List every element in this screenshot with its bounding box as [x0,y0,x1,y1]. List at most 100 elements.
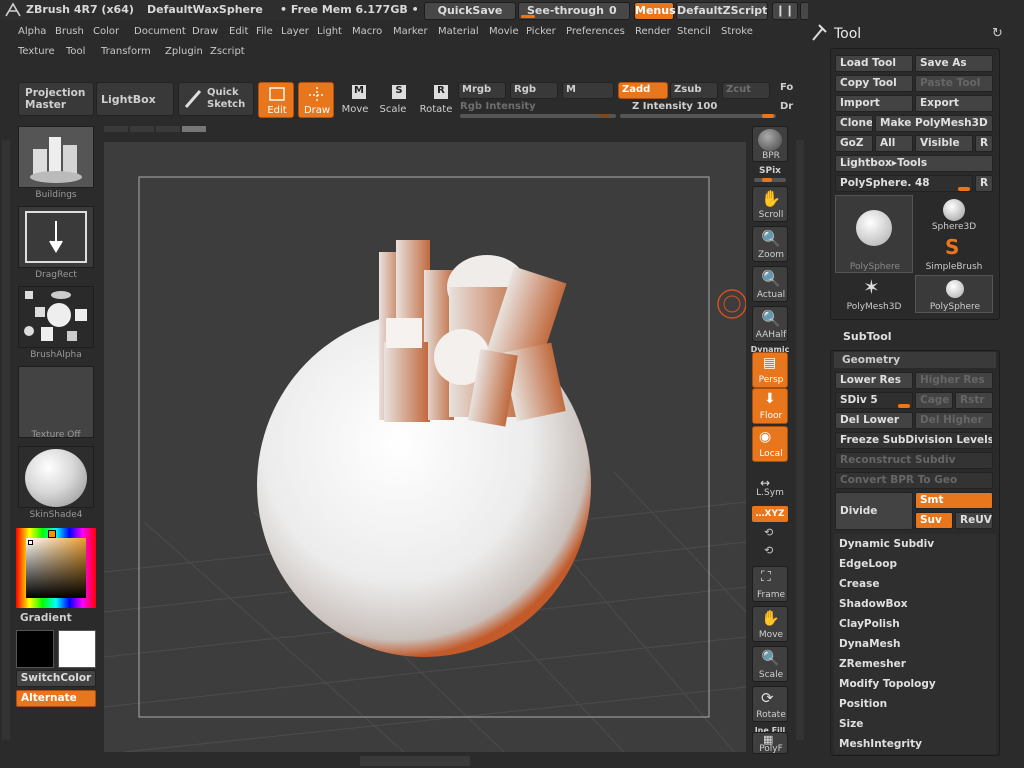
menu-texture[interactable]: Texture [18,46,55,57]
xyz-button[interactable]: …XYZ [752,506,788,522]
geometry-item-shadowbox[interactable]: ShadowBox [834,594,996,614]
color-cursor[interactable] [28,540,33,545]
lsym-button[interactable]: ↔ L.Sym [752,476,788,502]
persp-button[interactable]: ▤ Persp [752,352,788,388]
actual-button[interactable]: 🔍 Actual [752,266,788,302]
del-higher-button[interactable]: Del Higher [915,412,993,429]
divide-button[interactable]: Divide [835,492,913,530]
color-square[interactable] [26,538,86,598]
menu-preferences[interactable]: Preferences [566,26,625,37]
menu-movie[interactable]: Movie [489,26,519,37]
geometry-item-dynamesh[interactable]: DynaMesh [834,634,996,654]
rstr-button[interactable]: Rstr [955,392,993,409]
geometry-item-dynamic-subdiv[interactable]: Dynamic Subdiv [834,534,996,554]
geometry-item-position[interactable]: Position [834,694,996,714]
move-view-button[interactable]: ✋ Move [752,606,788,642]
suv-toggle[interactable]: Suv [915,512,953,529]
lower-res-button[interactable]: Lower Res [835,372,913,389]
right-tray-handle[interactable] [796,140,804,740]
geometry-header[interactable]: Geometry [834,352,996,368]
viewport-3d[interactable] [103,142,747,753]
default-zscript-button[interactable]: DefaultZScript [676,2,768,20]
rotate-button[interactable]: R Rotate [418,82,454,118]
goz-r-button[interactable]: R [975,135,993,152]
sdiv-slider[interactable]: SDiv 5 [835,392,913,409]
convert-bpr-button[interactable]: Convert BPR To Geo [835,472,993,489]
polysphere-r-button[interactable]: R [975,175,993,192]
left-tray-handle[interactable] [2,140,10,740]
orientation-gizmo-icon[interactable] [710,284,746,324]
color-picker[interactable] [16,528,96,608]
make-polymesh3d-button[interactable]: Make PolyMesh3D [875,115,993,132]
import-button[interactable]: Import [835,95,913,112]
aahalf-button[interactable]: 🔍 AAHalf [752,306,788,342]
secondary-color-swatch[interactable] [58,630,96,668]
main-color-swatch[interactable] [16,630,54,668]
geometry-item-meshintegrity[interactable]: MeshIntegrity [834,734,996,754]
canvas-tab[interactable] [182,126,206,132]
lightbox-tools-button[interactable]: Lightbox▸Tools [835,155,993,172]
copy-tool-button[interactable]: Copy Tool [835,75,913,92]
local-button[interactable]: ◉ Local [752,426,788,462]
alternate-button[interactable]: Alternate [16,690,96,707]
tool-title[interactable]: Tool [834,26,861,42]
menu-stencil[interactable]: Stencil [677,26,711,37]
switchcolor-button[interactable]: SwitchColor [16,670,96,687]
visible-button[interactable]: Visible [915,135,973,152]
see-through-slider[interactable]: See-through 0 [518,2,630,20]
all-button[interactable]: All [875,135,913,152]
y-rotate-icon[interactable]: ⟲ [764,526,773,539]
smt-toggle[interactable]: Smt [915,492,993,509]
save-as-button[interactable]: Save As [915,55,993,72]
zsub-button[interactable]: Zsub [670,82,718,99]
zoom-button[interactable]: 🔍 Zoom [752,226,788,262]
hue-cursor[interactable] [48,530,56,538]
canvas-tab[interactable] [130,126,154,132]
geometry-item-zremesher[interactable]: ZRemesher [834,654,996,674]
move-button[interactable]: M Move [338,82,372,118]
menu-zplugin[interactable]: Zplugin [165,46,203,57]
menu-macro[interactable]: Macro [352,26,382,37]
menu-render[interactable]: Render [635,26,671,37]
menu-light[interactable]: Light [317,26,342,37]
rotate-view-button[interactable]: ⟳ Rotate [752,686,788,722]
higher-res-button[interactable]: Higher Res [915,372,993,389]
tool-thumb-polysphere-2[interactable]: PolySphere [915,275,993,313]
geometry-item-crease[interactable]: Crease [834,574,996,594]
menu-zscript[interactable]: Zscript [210,46,245,57]
m-button[interactable]: M [562,82,614,99]
canvas-tab[interactable] [104,126,128,132]
menu-picker[interactable]: Picker [526,26,556,37]
del-lower-button[interactable]: Del Lower [835,412,913,429]
cage-button[interactable]: Cage [915,392,953,409]
mrgb-button[interactable]: Mrgb [458,82,506,99]
gradient-label[interactable]: Gradient [20,612,72,624]
menu-brush[interactable]: Brush [55,26,84,37]
material-thumb[interactable] [18,446,94,508]
zcut-button[interactable]: Zcut [722,82,770,99]
reconstruct-subdiv-button[interactable]: Reconstruct Subdiv [835,452,993,469]
clone-button[interactable]: Clone [835,115,873,132]
geometry-item-claypolish[interactable]: ClayPolish [834,614,996,634]
reuv-button[interactable]: ReUV [955,512,993,529]
geometry-item-size[interactable]: Size [834,714,996,734]
dragrect-stroke-thumb[interactable] [18,206,94,268]
projection-master-button[interactable]: Projection Master [18,82,94,116]
document-canvas[interactable] [103,142,747,753]
scale-button[interactable]: S Scale [376,82,410,118]
paste-tool-button[interactable]: Paste Tool [915,75,993,92]
texture-thumb[interactable] [18,366,94,438]
goz-button[interactable]: GoZ [835,135,873,152]
tool-thumb-sphere3d[interactable]: Sphere3D [915,195,993,233]
tool-thumb-polymesh3d[interactable]: ✶ PolyMesh3D [835,275,913,313]
geometry-item-edgeloop[interactable]: EdgeLoop [834,554,996,574]
menu-stroke[interactable]: Stroke [721,26,753,37]
frame-button[interactable]: ⛶ Frame [752,566,788,602]
menu-draw[interactable]: Draw [192,26,218,37]
tool-thumb-simplebrush[interactable]: S SimpleBrush [915,235,993,273]
scale-view-button[interactable]: 🔍 Scale [752,646,788,682]
menus-button[interactable]: Menus [634,2,676,20]
draw-button[interactable]: Draw [298,82,334,118]
rgb-intensity-slider[interactable]: Rgb Intensity [458,101,618,119]
lightbox-button[interactable]: LightBox [96,82,174,116]
